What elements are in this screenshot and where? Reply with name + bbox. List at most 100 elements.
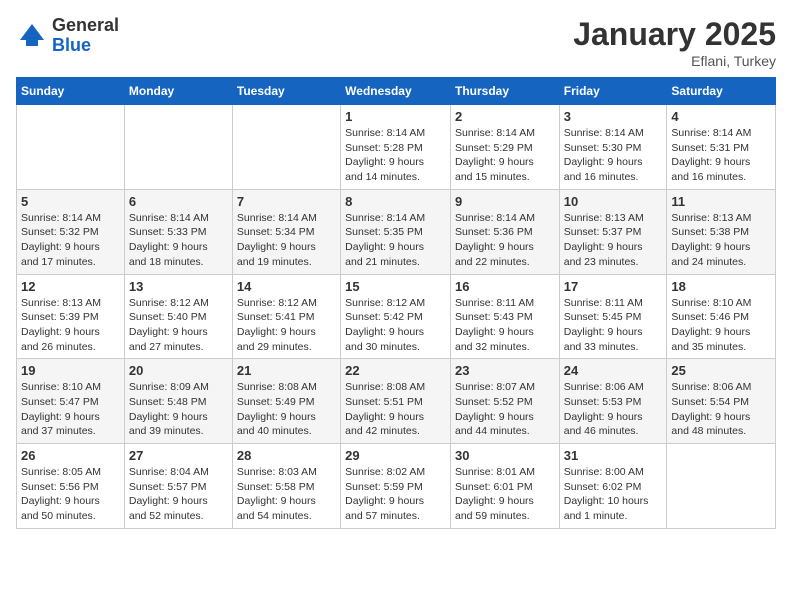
day-number: 21 <box>237 363 336 378</box>
day-info: Sunrise: 8:14 AM Sunset: 5:29 PM Dayligh… <box>455 126 555 185</box>
day-number: 20 <box>129 363 228 378</box>
day-number: 11 <box>671 194 771 209</box>
weekday-header: Sunday <box>17 78 125 105</box>
calendar-week-row: 12 Sunrise: 8:13 AM Sunset: 5:39 PM Dayli… <box>17 274 776 359</box>
day-info: Sunrise: 8:02 AM Sunset: 5:59 PM Dayligh… <box>345 465 446 524</box>
day-number: 23 <box>455 363 555 378</box>
day-info: Sunrise: 8:14 AM Sunset: 5:36 PM Dayligh… <box>455 211 555 270</box>
weekday-header: Friday <box>559 78 667 105</box>
calendar-cell: 19 Sunrise: 8:10 AM Sunset: 5:47 PM Dayli… <box>17 359 125 444</box>
day-info: Sunrise: 8:08 AM Sunset: 5:51 PM Dayligh… <box>345 380 446 439</box>
day-number: 19 <box>21 363 120 378</box>
calendar-cell: 8Sunrise: 8:14 AM Sunset: 5:35 PM Daylig… <box>341 189 451 274</box>
day-info: Sunrise: 8:14 AM Sunset: 5:31 PM Dayligh… <box>671 126 771 185</box>
day-info: Sunrise: 8:03 AM Sunset: 5:58 PM Dayligh… <box>237 465 336 524</box>
day-number: 3 <box>564 109 663 124</box>
day-number: 13 <box>129 279 228 294</box>
calendar-week-row: 5 Sunrise: 8:14 AM Sunset: 5:32 PM Daylig… <box>17 189 776 274</box>
day-number: 28 <box>237 448 336 463</box>
day-number: 10 <box>564 194 663 209</box>
logo-blue: Blue <box>52 36 119 56</box>
location: Eflani, Turkey <box>573 53 776 69</box>
calendar-cell: 29 Sunrise: 8:02 AM Sunset: 5:59 PM Dayli… <box>341 444 451 529</box>
calendar-cell: 21 Sunrise: 8:08 AM Sunset: 5:49 PM Dayli… <box>232 359 340 444</box>
weekday-header-row: SundayMondayTuesdayWednesdayThursdayFrid… <box>17 78 776 105</box>
calendar-cell: 16 Sunrise: 8:11 AM Sunset: 5:43 PM Dayli… <box>450 274 559 359</box>
day-info: Sunrise: 8:04 AM Sunset: 5:57 PM Dayligh… <box>129 465 228 524</box>
day-info: Sunrise: 8:08 AM Sunset: 5:49 PM Dayligh… <box>237 380 336 439</box>
day-info: Sunrise: 8:12 AM Sunset: 5:41 PM Dayligh… <box>237 296 336 355</box>
calendar-cell: 30Sunrise: 8:01 AM Sunset: 6:01 PM Dayli… <box>450 444 559 529</box>
day-info: Sunrise: 8:13 AM Sunset: 5:39 PM Dayligh… <box>21 296 120 355</box>
calendar-week-row: 26 Sunrise: 8:05 AM Sunset: 5:56 PM Dayli… <box>17 444 776 529</box>
page-header: General Blue January 2025 Eflani, Turkey <box>16 16 776 69</box>
day-info: Sunrise: 8:10 AM Sunset: 5:46 PM Dayligh… <box>671 296 771 355</box>
title-block: January 2025 Eflani, Turkey <box>573 16 776 69</box>
calendar-cell: 31Sunrise: 8:00 AM Sunset: 6:02 PM Dayli… <box>559 444 667 529</box>
calendar-cell: 17 Sunrise: 8:11 AM Sunset: 5:45 PM Dayli… <box>559 274 667 359</box>
day-number: 4 <box>671 109 771 124</box>
day-info: Sunrise: 8:06 AM Sunset: 5:53 PM Dayligh… <box>564 380 663 439</box>
weekday-header: Monday <box>124 78 232 105</box>
day-number: 9 <box>455 194 555 209</box>
day-number: 26 <box>21 448 120 463</box>
calendar-cell: 12 Sunrise: 8:13 AM Sunset: 5:39 PM Dayli… <box>17 274 125 359</box>
day-info: Sunrise: 8:11 AM Sunset: 5:43 PM Dayligh… <box>455 296 555 355</box>
day-info: Sunrise: 8:12 AM Sunset: 5:40 PM Dayligh… <box>129 296 228 355</box>
calendar-cell: 3Sunrise: 8:14 AM Sunset: 5:30 PM Daylig… <box>559 105 667 190</box>
calendar-cell <box>667 444 776 529</box>
day-info: Sunrise: 8:11 AM Sunset: 5:45 PM Dayligh… <box>564 296 663 355</box>
weekday-header: Wednesday <box>341 78 451 105</box>
day-number: 16 <box>455 279 555 294</box>
month-title: January 2025 <box>573 16 776 53</box>
day-number: 31 <box>564 448 663 463</box>
calendar-cell: 27 Sunrise: 8:04 AM Sunset: 5:57 PM Dayli… <box>124 444 232 529</box>
calendar-cell: 9 Sunrise: 8:14 AM Sunset: 5:36 PM Daylig… <box>450 189 559 274</box>
calendar-cell: 11 Sunrise: 8:13 AM Sunset: 5:38 PM Dayli… <box>667 189 776 274</box>
calendar-cell: 6Sunrise: 8:14 AM Sunset: 5:33 PM Daylig… <box>124 189 232 274</box>
day-number: 12 <box>21 279 120 294</box>
day-number: 5 <box>21 194 120 209</box>
calendar-cell <box>232 105 340 190</box>
day-number: 22 <box>345 363 446 378</box>
day-number: 14 <box>237 279 336 294</box>
day-number: 24 <box>564 363 663 378</box>
day-number: 2 <box>455 109 555 124</box>
calendar-cell: 1 Sunrise: 8:14 AM Sunset: 5:28 PM Daylig… <box>341 105 451 190</box>
day-number: 1 <box>345 109 446 124</box>
day-info: Sunrise: 8:13 AM Sunset: 5:38 PM Dayligh… <box>671 211 771 270</box>
day-info: Sunrise: 8:14 AM Sunset: 5:35 PM Dayligh… <box>345 211 446 270</box>
calendar-cell: 18 Sunrise: 8:10 AM Sunset: 5:46 PM Dayli… <box>667 274 776 359</box>
calendar-cell: 23Sunrise: 8:07 AM Sunset: 5:52 PM Dayli… <box>450 359 559 444</box>
weekday-header: Thursday <box>450 78 559 105</box>
calendar-cell: 24 Sunrise: 8:06 AM Sunset: 5:53 PM Dayli… <box>559 359 667 444</box>
calendar-cell: 22 Sunrise: 8:08 AM Sunset: 5:51 PM Dayli… <box>341 359 451 444</box>
calendar-cell: 13 Sunrise: 8:12 AM Sunset: 5:40 PM Dayli… <box>124 274 232 359</box>
day-info: Sunrise: 8:14 AM Sunset: 5:28 PM Dayligh… <box>345 126 446 185</box>
day-info: Sunrise: 8:13 AM Sunset: 5:37 PM Dayligh… <box>564 211 663 270</box>
day-info: Sunrise: 8:14 AM Sunset: 5:32 PM Dayligh… <box>21 211 120 270</box>
logo-general: General <box>52 16 119 36</box>
day-info: Sunrise: 8:05 AM Sunset: 5:56 PM Dayligh… <box>21 465 120 524</box>
calendar-cell: 26 Sunrise: 8:05 AM Sunset: 5:56 PM Dayli… <box>17 444 125 529</box>
day-number: 27 <box>129 448 228 463</box>
calendar-cell: 5 Sunrise: 8:14 AM Sunset: 5:32 PM Daylig… <box>17 189 125 274</box>
weekday-header: Saturday <box>667 78 776 105</box>
calendar-cell: 28 Sunrise: 8:03 AM Sunset: 5:58 PM Dayli… <box>232 444 340 529</box>
logo-icon <box>16 20 48 52</box>
calendar-cell: 4 Sunrise: 8:14 AM Sunset: 5:31 PM Daylig… <box>667 105 776 190</box>
day-info: Sunrise: 8:10 AM Sunset: 5:47 PM Dayligh… <box>21 380 120 439</box>
calendar-cell: 2 Sunrise: 8:14 AM Sunset: 5:29 PM Daylig… <box>450 105 559 190</box>
day-number: 17 <box>564 279 663 294</box>
day-number: 15 <box>345 279 446 294</box>
day-number: 30 <box>455 448 555 463</box>
calendar-cell <box>124 105 232 190</box>
calendar-header: SundayMondayTuesdayWednesdayThursdayFrid… <box>17 78 776 105</box>
day-info: Sunrise: 8:09 AM Sunset: 5:48 PM Dayligh… <box>129 380 228 439</box>
day-info: Sunrise: 8:14 AM Sunset: 5:33 PM Dayligh… <box>129 211 228 270</box>
day-number: 18 <box>671 279 771 294</box>
day-number: 29 <box>345 448 446 463</box>
day-number: 7 <box>237 194 336 209</box>
calendar-week-row: 1 Sunrise: 8:14 AM Sunset: 5:28 PM Daylig… <box>17 105 776 190</box>
calendar-cell: 25Sunrise: 8:06 AM Sunset: 5:54 PM Dayli… <box>667 359 776 444</box>
